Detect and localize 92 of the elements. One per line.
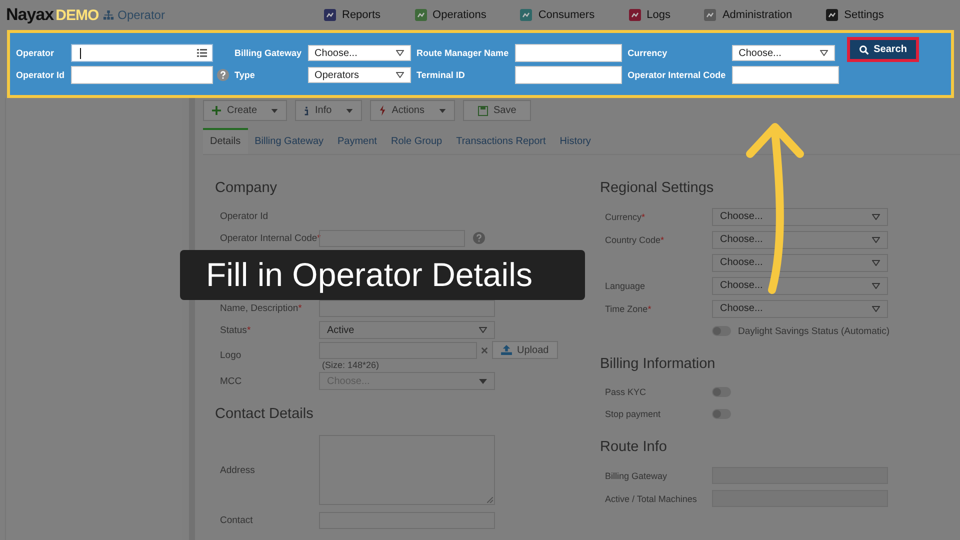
field-label: Contact <box>220 514 253 526</box>
caret-icon <box>479 327 487 333</box>
field-label: Terminal ID <box>416 70 466 80</box>
plus-icon <box>212 106 221 115</box>
field-label: MCC <box>220 376 242 386</box>
select-field[interactable]: Choose... <box>732 45 835 61</box>
caption-text: Fill in Operator Details <box>206 256 532 294</box>
resize-grip-icon <box>487 497 493 503</box>
info-icon <box>304 106 310 116</box>
toggle-switch[interactable] <box>712 387 731 397</box>
caret-icon <box>396 72 404 78</box>
upload-icon <box>501 345 512 355</box>
section-heading: Company <box>215 180 278 196</box>
tab[interactable]: Payment <box>330 128 384 154</box>
search-button[interactable]: Search <box>846 37 919 62</box>
help-icon[interactable] <box>473 232 485 244</box>
upload-button[interactable]: Upload <box>492 341 558 359</box>
nav-link[interactable]: Reports <box>324 9 381 21</box>
chart-icon <box>324 9 336 21</box>
tab[interactable]: Billing Gateway <box>248 128 330 154</box>
nav-link[interactable]: Administration <box>704 9 792 21</box>
toolbar-button[interactable]: Save <box>462 100 532 121</box>
field-label: Address <box>220 464 255 476</box>
caret-icon <box>346 108 353 112</box>
caret-icon <box>872 282 880 288</box>
toggle-switch[interactable] <box>712 409 731 419</box>
clear-icon[interactable] <box>481 346 488 354</box>
tab[interactable]: Role Group <box>384 128 450 154</box>
help-icon[interactable] <box>216 69 229 81</box>
field-label: Type <box>234 70 256 80</box>
tab[interactable]: Transactions Report <box>449 128 553 154</box>
field-label: Operator Id <box>16 70 65 80</box>
search-icon <box>858 44 869 54</box>
caret-icon <box>479 378 487 384</box>
section-heading: Billing Information <box>600 356 716 372</box>
input-field[interactable] <box>70 44 213 62</box>
field-label: Country Code* <box>605 234 664 244</box>
section-heading: Route Info <box>600 439 668 455</box>
field-label: Operator Internal Code <box>628 70 726 80</box>
field-label: Language <box>605 280 646 290</box>
select-field[interactable]: Choose... <box>712 230 888 248</box>
toolbar-button[interactable]: Actions <box>370 100 454 121</box>
caret-icon <box>872 236 880 242</box>
nav-link[interactable]: Logs <box>628 9 670 21</box>
caret-icon <box>396 50 404 56</box>
field-label: Name, Description* <box>220 302 302 314</box>
select-field[interactable]: Choose... <box>308 45 411 61</box>
size-hint: (Size: 148*26) <box>322 360 380 370</box>
list-icon <box>196 49 207 57</box>
field-label: Billing Gateway <box>234 48 302 58</box>
caret-icon <box>872 214 880 220</box>
caret-icon <box>872 260 880 266</box>
field-label: Operator Id <box>220 210 268 222</box>
breadcrumb: Operator <box>118 8 165 22</box>
field-label: Operator <box>16 48 56 58</box>
select-field[interactable]: Choose... <box>712 208 888 226</box>
field-label: Pass KYC <box>605 387 646 397</box>
select-field[interactable]: Active <box>319 321 495 339</box>
nav-link[interactable]: Operations <box>414 9 486 21</box>
tab[interactable]: History <box>552 128 598 154</box>
field-label: Stop payment <box>605 409 661 419</box>
nav-link[interactable]: Consumers <box>520 9 595 21</box>
tab[interactable]: Details <box>203 128 248 154</box>
input-field[interactable] <box>319 300 495 316</box>
select-field[interactable]: Choose... <box>712 276 888 294</box>
toggle-switch[interactable] <box>712 326 731 336</box>
caret-icon <box>271 108 278 112</box>
section-heading: Contact Details <box>215 406 314 422</box>
field-label: Logo <box>220 350 242 361</box>
caret-icon <box>872 306 880 312</box>
text-area[interactable] <box>319 435 495 505</box>
field-label: Currency* <box>605 212 646 222</box>
lightning-icon <box>378 105 386 116</box>
nav-link[interactable]: Settings <box>826 9 884 21</box>
select-field[interactable]: Choose... <box>712 300 888 318</box>
toggle-label: Daylight Savings Status (Automatic) <box>738 326 890 336</box>
text-cursor <box>80 48 81 59</box>
toolbar-button[interactable]: Info <box>295 100 362 121</box>
toolbar-button[interactable]: Create <box>203 100 288 121</box>
field-label: Billing Gateway <box>605 470 668 480</box>
caret-icon <box>820 50 828 56</box>
select-field[interactable]: Operators <box>308 67 411 83</box>
caret-icon <box>438 108 446 112</box>
section-heading: Regional Settings <box>600 180 715 196</box>
logo[interactable]: NayaxDEMO <box>6 5 99 25</box>
select-field[interactable]: Choose... <box>712 254 888 272</box>
field-label: Status* <box>220 324 251 336</box>
field-label: Time Zone* <box>605 304 652 314</box>
field-label: Active / Total Machines <box>605 494 697 504</box>
sitemap-icon <box>102 10 114 20</box>
field-label: Currency <box>628 48 668 58</box>
field-label: Route Manager Name <box>416 48 509 58</box>
